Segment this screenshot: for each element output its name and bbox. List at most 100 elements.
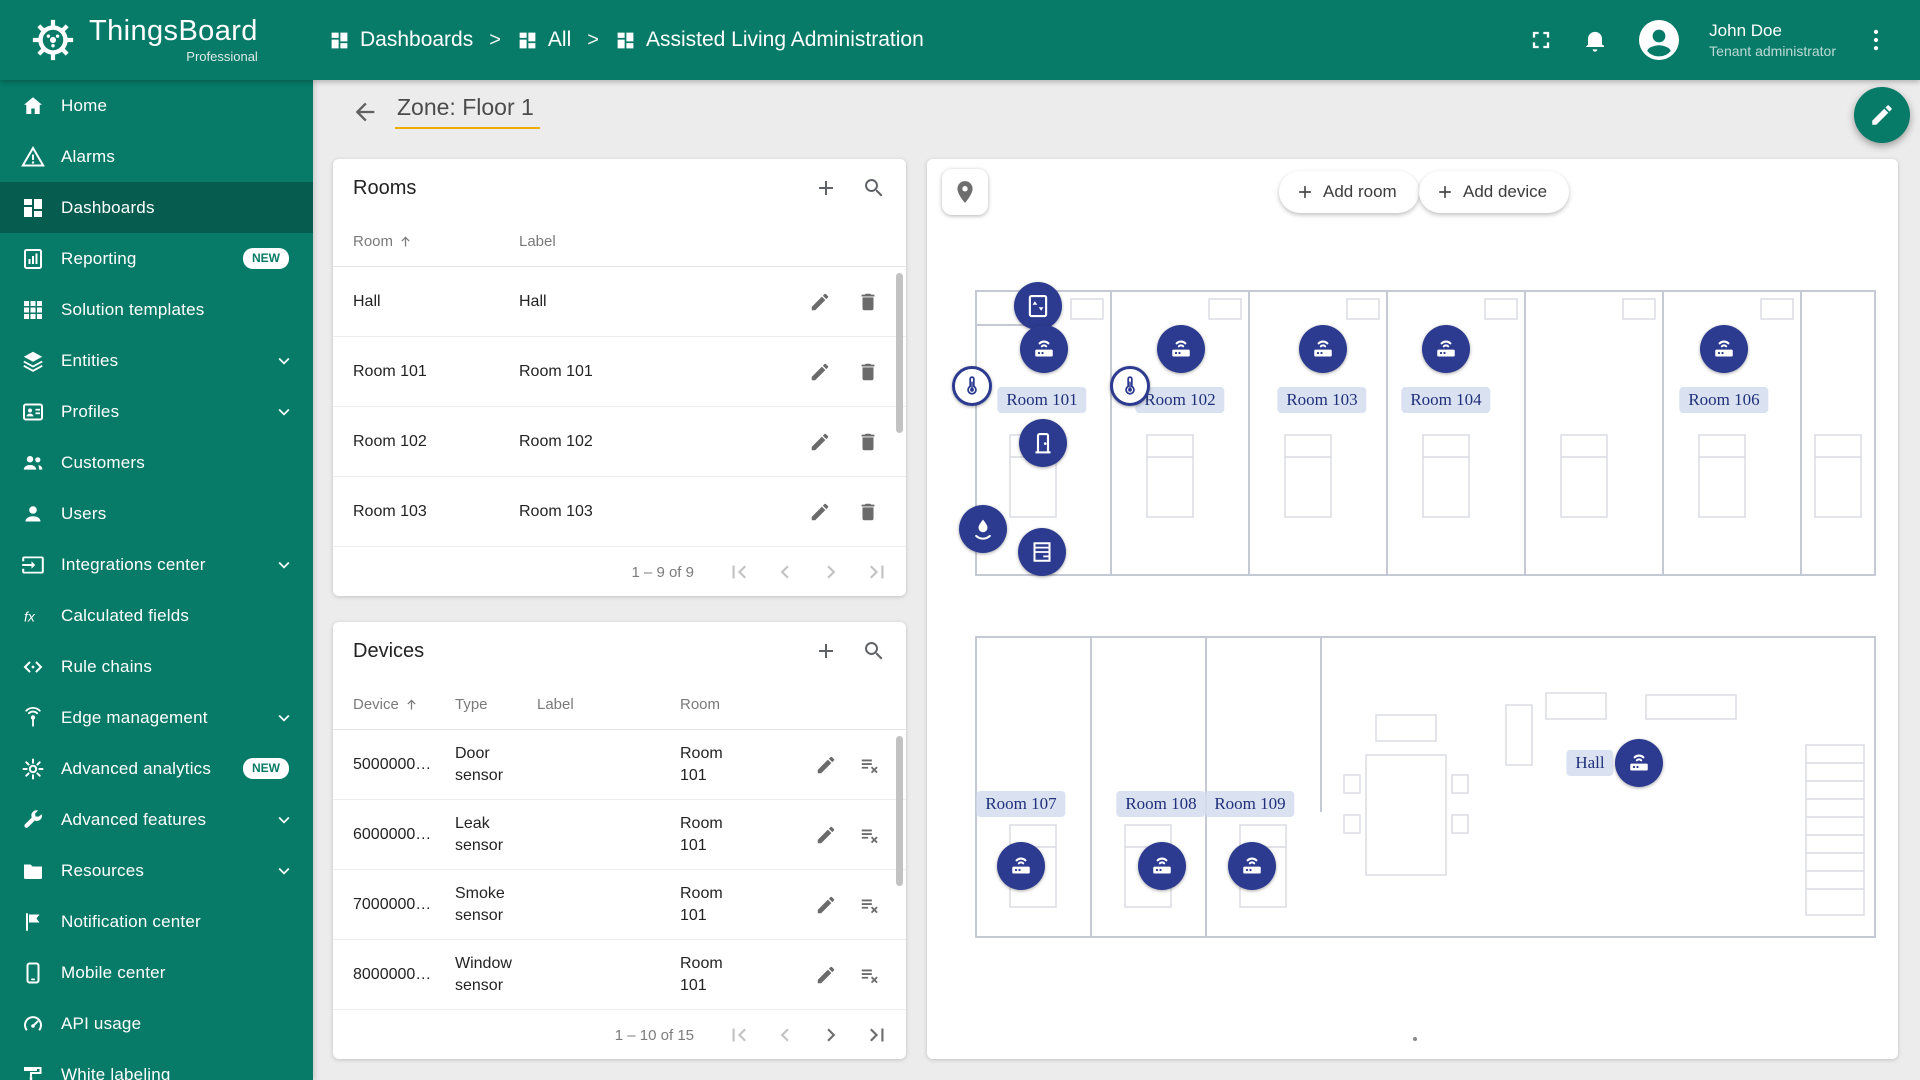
water-marker[interactable] — [959, 505, 1007, 553]
sidebar-item-white-labeling[interactable]: White labeling — [0, 1049, 313, 1080]
sidebar-item-notification-center[interactable]: Notification center — [0, 896, 313, 947]
window-marker[interactable] — [1018, 528, 1066, 576]
thermometer-marker[interactable] — [952, 366, 992, 406]
devices-next-page-button[interactable] — [818, 1022, 844, 1048]
room-label[interactable]: Room 107 — [976, 791, 1066, 817]
thermometer-marker[interactable] — [1110, 366, 1150, 406]
devices-scrollbar[interactable] — [896, 736, 903, 886]
delete-room-button[interactable] — [853, 287, 883, 317]
devices-last-page-button[interactable] — [864, 1022, 890, 1048]
rooms-scrollbar[interactable] — [896, 273, 903, 433]
add-device-button[interactable] — [810, 635, 842, 667]
room-label[interactable]: Hall — [1566, 750, 1614, 776]
edit-device-button[interactable] — [811, 960, 841, 990]
sidebar-item-profiles[interactable]: Profiles — [0, 386, 313, 437]
sidebar-item-calculated-fields[interactable]: fx Calculated fields — [0, 590, 313, 641]
edit-device-button[interactable] — [811, 890, 841, 920]
delete-room-button[interactable] — [853, 497, 883, 527]
sidebar-item-customers[interactable]: Customers — [0, 437, 313, 488]
room-row[interactable]: Room 103 Room 103 — [333, 477, 906, 547]
sidebar-item-entities[interactable]: Entities — [0, 335, 313, 386]
delete-room-button[interactable] — [853, 357, 883, 387]
sidebar-item-alarms[interactable]: Alarms — [0, 131, 313, 182]
remove-device-from-room-button[interactable] — [855, 890, 885, 920]
devices-column-type[interactable]: Type — [455, 696, 537, 713]
sidebar-item-solution-templates[interactable]: Solution templates — [0, 284, 313, 335]
sidebar-item-dashboards[interactable]: Dashboards — [0, 182, 313, 233]
edit-room-button[interactable] — [805, 287, 835, 317]
devices-column-room[interactable]: Room — [680, 696, 744, 713]
delete-room-button[interactable] — [853, 427, 883, 457]
search-devices-button[interactable] — [858, 635, 890, 667]
router-marker[interactable] — [1138, 842, 1186, 890]
devices-column-device[interactable]: Device — [353, 696, 455, 713]
router-marker[interactable] — [1020, 325, 1068, 373]
rooms-column-label[interactable]: Label — [519, 233, 796, 250]
devices-column-label[interactable]: Label — [537, 696, 680, 713]
sidebar-item-advanced-analytics[interactable]: Advanced analytics NEW — [0, 743, 313, 794]
location-pin-button[interactable] — [942, 169, 988, 215]
router-marker[interactable] — [1299, 325, 1347, 373]
sidebar-item-resources[interactable]: Resources — [0, 845, 313, 896]
sidebar-item-api-usage[interactable]: API usage — [0, 998, 313, 1049]
router-marker[interactable] — [1700, 325, 1748, 373]
sidebar-item-integrations-center[interactable]: Integrations center — [0, 539, 313, 590]
breadcrumb-item[interactable]: Assisted Living Administration — [615, 28, 924, 52]
edit-device-button[interactable] — [811, 750, 841, 780]
sidebar-item-advanced-features[interactable]: Advanced features — [0, 794, 313, 845]
add-room-map-button[interactable]: Add room — [1279, 171, 1419, 213]
room-label[interactable]: Room 101 — [997, 387, 1087, 413]
room-label[interactable]: Room 109 — [1205, 791, 1295, 817]
room-label[interactable]: Room 108 — [1116, 791, 1206, 817]
room-label[interactable]: Room 104 — [1401, 387, 1491, 413]
door-marker[interactable] — [1019, 419, 1067, 467]
device-row[interactable]: 6000000… Leak sensor Room 101 — [333, 800, 906, 870]
devices-prev-page-button[interactable] — [772, 1022, 798, 1048]
router-marker[interactable] — [1157, 325, 1205, 373]
remove-device-from-room-button[interactable] — [855, 750, 885, 780]
more-menu-button[interactable] — [1862, 26, 1890, 54]
edit-room-button[interactable] — [805, 427, 835, 457]
edit-device-button[interactable] — [811, 820, 841, 850]
rooms-column-room[interactable]: Room — [353, 233, 519, 250]
room-row[interactable]: Hall Hall — [333, 267, 906, 337]
room-row[interactable]: Room 102 Room 102 — [333, 407, 906, 477]
rooms-first-page-button[interactable] — [726, 559, 752, 585]
router-marker[interactable] — [1228, 842, 1276, 890]
search-rooms-button[interactable] — [858, 172, 890, 204]
sidebar-item-users[interactable]: Users — [0, 488, 313, 539]
remove-device-from-room-button[interactable] — [855, 960, 885, 990]
edit-dashboard-fab[interactable] — [1854, 87, 1910, 143]
room-label[interactable]: Room 103 — [1277, 387, 1367, 413]
sidebar-item-home[interactable]: Home — [0, 80, 313, 131]
rooms-prev-page-button[interactable] — [772, 559, 798, 585]
router-marker[interactable] — [997, 842, 1045, 890]
rooms-last-page-button[interactable] — [864, 559, 890, 585]
room-row[interactable]: Room 101 Room 101 — [333, 337, 906, 407]
sidebar-item-reporting[interactable]: Reporting NEW — [0, 233, 313, 284]
devices-first-page-button[interactable] — [726, 1022, 752, 1048]
user-info[interactable]: John Doe Tenant administrator — [1709, 20, 1836, 60]
device-row[interactable]: 7000000… Smoke sensor Room 101 — [333, 870, 906, 940]
fullscreen-button[interactable] — [1527, 26, 1555, 54]
edit-room-button[interactable] — [805, 497, 835, 527]
router-marker[interactable] — [1615, 739, 1663, 787]
room-label[interactable]: Room 106 — [1679, 387, 1769, 413]
device-row[interactable]: 8000000… Window sensor Room 101 — [333, 940, 906, 1010]
sidebar-item-mobile-center[interactable]: Mobile center — [0, 947, 313, 998]
add-room-button[interactable] — [810, 172, 842, 204]
remove-device-from-room-button[interactable] — [855, 820, 885, 850]
sidebar-item-edge-management[interactable]: Edge management — [0, 692, 313, 743]
notifications-button[interactable] — [1581, 26, 1609, 54]
breadcrumb-item[interactable]: All — [517, 28, 571, 52]
elevator-marker[interactable] — [1014, 282, 1062, 330]
edit-room-button[interactable] — [805, 357, 835, 387]
sidebar-item-rule-chains[interactable]: Rule chains — [0, 641, 313, 692]
breadcrumb-item[interactable]: Dashboards — [329, 28, 473, 52]
back-button[interactable] — [351, 98, 379, 126]
rooms-next-page-button[interactable] — [818, 559, 844, 585]
thingsboard-logo[interactable]: ThingsBoard Professional — [0, 17, 313, 63]
device-row[interactable]: 5000000… Door sensor Room 101 — [333, 730, 906, 800]
avatar[interactable] — [1635, 16, 1683, 64]
router-marker[interactable] — [1422, 325, 1470, 373]
